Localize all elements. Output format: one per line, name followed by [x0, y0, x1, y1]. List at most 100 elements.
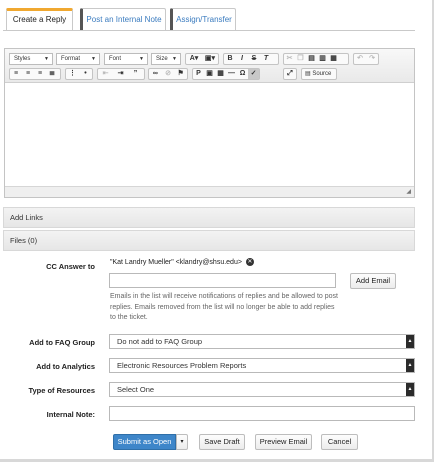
indent-icon[interactable]: ⇥: [113, 69, 128, 79]
save-draft-button[interactable]: Save Draft: [199, 434, 245, 450]
paste-icon[interactable]: ▤: [306, 54, 317, 64]
submit-options-dropdown[interactable]: ▾: [176, 434, 188, 450]
blockquote-icon[interactable]: ”: [128, 69, 143, 79]
submit-as-open-button[interactable]: Submit as Open: [113, 434, 176, 450]
analytics-value: Electronic Resources Problem Reports: [117, 361, 247, 370]
chevron-down-icon: ▼: [172, 56, 177, 62]
styles-label: Styles: [14, 56, 31, 62]
styles-dropdown[interactable]: Styles ▼: [9, 53, 53, 65]
select-arrow-icon: ▲: [406, 335, 414, 348]
align-center-icon[interactable]: ≡: [22, 69, 34, 79]
cc-help-text: Emails in the list will receive notifica…: [110, 293, 339, 321]
link-icon[interactable]: ∞: [149, 69, 162, 79]
cc-email-text: "Kat Landry Mueller" <klandry@shsu.edu>: [110, 258, 242, 266]
tab-create-reply[interactable]: Create a Reply: [6, 8, 73, 31]
chevron-down-icon: ▼: [44, 56, 49, 62]
font-label: Font: [109, 56, 122, 62]
bulleted-list-icon[interactable]: •: [79, 69, 92, 79]
bold-icon[interactable]: B: [224, 54, 236, 64]
size-label: Size: [156, 56, 168, 62]
internal-note-label: Internal Note:: [46, 410, 95, 419]
editor-status-bar: [5, 186, 414, 197]
format-group: B I S T: [223, 53, 279, 65]
redo-icon[interactable]: ↷: [366, 54, 378, 64]
maximize-icon[interactable]: ⤢: [284, 69, 296, 79]
list-group: ⋮ •: [65, 68, 93, 80]
tab-label: Create a Reply: [12, 15, 67, 24]
cc-answer-to-label: CC Answer to: [46, 262, 95, 271]
special-char-icon[interactable]: Ω: [237, 69, 248, 79]
align-right-icon[interactable]: ≡: [34, 69, 46, 79]
resize-handle-icon[interactable]: ◢: [406, 188, 411, 195]
strikethrough-icon[interactable]: S: [248, 54, 260, 64]
copy-icon[interactable]: ❐: [295, 54, 306, 64]
clipboard-group: ✂ ❐ ▤ ▥ ▦: [283, 53, 349, 65]
chevron-down-icon: ▼: [139, 56, 144, 62]
analytics-label: Add to Analytics: [36, 362, 95, 371]
faq-group-select[interactable]: Do not add to FAQ Group ▲: [109, 334, 415, 349]
internal-note-input[interactable]: [109, 406, 415, 421]
add-email-button[interactable]: Add Email: [350, 273, 396, 289]
horizontal-line-icon[interactable]: —: [226, 69, 237, 79]
format-dropdown[interactable]: Format ▼: [56, 53, 100, 65]
outdent-icon[interactable]: ⇤: [98, 69, 113, 79]
anchor-flag-icon[interactable]: ⚑: [174, 69, 187, 79]
resources-label: Type of Resources: [28, 386, 95, 395]
unlink-icon[interactable]: ⊘: [162, 69, 175, 79]
remove-circle-icon[interactable]: ✕: [245, 258, 254, 266]
cc-email-entry: "Kat Landry Mueller" <klandry@shsu.edu> ✕: [110, 258, 254, 266]
reply-panel: Create a Reply Post an Internal Note Ass…: [0, 0, 434, 462]
caret-down-icon: ▾: [180, 439, 184, 445]
tab-label: Assign/Transfer: [176, 15, 232, 24]
rich-text-editor[interactable]: Styles ▼ Format ▼ Font ▼ Size ▼ A▾ ▣▾ B I S …: [4, 48, 415, 198]
maximize-group: ⤢: [283, 68, 297, 80]
faq-group-value: Do not add to FAQ Group: [117, 337, 203, 346]
image-icon[interactable]: ▣: [204, 69, 215, 79]
analytics-select[interactable]: Electronic Resources Problem Reports ▲: [109, 358, 415, 373]
tab-post-internal-note[interactable]: Post an Internal Note: [80, 8, 166, 30]
size-dropdown[interactable]: Size ▼: [151, 53, 181, 65]
italic-icon[interactable]: I: [236, 54, 248, 64]
cc-email-input[interactable]: [109, 273, 336, 288]
add-links-section[interactable]: Add Links: [3, 207, 415, 228]
numbered-list-icon[interactable]: ⋮: [66, 69, 79, 79]
font-dropdown[interactable]: Font ▼: [104, 53, 148, 65]
background-color-icon[interactable]: ▣▾: [202, 54, 218, 64]
paste-word-icon[interactable]: ▦: [328, 54, 339, 64]
editor-toolbar: Styles ▼ Format ▼ Font ▼ Size ▼ A▾ ▣▾ B I S …: [5, 49, 414, 83]
resources-select[interactable]: Select One ▲: [109, 382, 415, 397]
add-links-label: Add Links: [10, 213, 43, 222]
link-group: ∞ ⊘ ⚑: [148, 68, 188, 80]
cut-icon[interactable]: ✂: [284, 54, 295, 64]
remove-format-icon[interactable]: T: [260, 54, 272, 64]
select-arrow-icon: ▲: [406, 383, 414, 396]
history-group: ↶ ↷: [353, 53, 379, 65]
undo-icon[interactable]: ↶: [354, 54, 366, 64]
source-label: Source: [312, 71, 332, 77]
source-button[interactable]: ▤ Source: [301, 68, 337, 80]
add-email-label: Add Email: [355, 276, 391, 285]
paste-text-icon[interactable]: ▥: [317, 54, 328, 64]
table-icon[interactable]: ▦: [215, 69, 226, 79]
files-section[interactable]: Files (0): [3, 230, 415, 251]
align-left-icon[interactable]: ≡: [10, 69, 22, 79]
align-justify-icon[interactable]: ≣: [46, 69, 58, 79]
align-group: ≡ ≡ ≡ ≣: [9, 68, 61, 80]
tab-label: Post an Internal Note: [86, 15, 162, 24]
faq-group-label: Add to FAQ Group: [29, 338, 95, 347]
text-color-icon[interactable]: A▾: [186, 54, 202, 64]
save-draft-label: Save Draft: [204, 437, 240, 446]
placeholder-icon[interactable]: P: [193, 69, 204, 79]
resources-value: Select One: [117, 385, 155, 394]
insert-group: P ▣ ▦ — Ω ✓: [192, 68, 260, 80]
tab-assign-transfer[interactable]: Assign/Transfer: [170, 8, 236, 30]
preview-email-button[interactable]: Preview Email: [255, 434, 312, 450]
spellcheck-icon[interactable]: ✓: [248, 69, 259, 79]
preview-email-label: Preview Email: [259, 437, 308, 446]
select-arrow-icon: ▲: [406, 359, 414, 372]
chevron-down-icon: ▼: [91, 56, 96, 62]
cancel-button[interactable]: Cancel: [321, 434, 358, 450]
files-label: Files (0): [10, 236, 38, 245]
tab-divider: [3, 30, 415, 31]
submit-label: Submit as Open: [117, 437, 172, 446]
